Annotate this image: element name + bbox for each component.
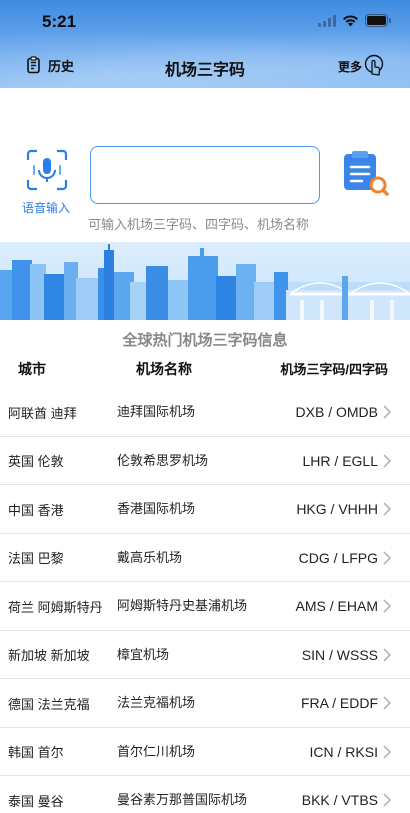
microphone-icon xyxy=(26,149,68,191)
chevron-right-icon xyxy=(383,405,392,419)
chevron-right-icon xyxy=(383,793,392,807)
row-code: AMS / EHAM xyxy=(295,598,378,614)
hand-tap-icon xyxy=(364,54,384,76)
more-label: 更多 xyxy=(337,59,362,74)
header: 5:21 历史 机场三字码 更多 xyxy=(0,0,410,88)
row-code: LHR / EGLL xyxy=(302,452,378,469)
row-airport-name: 首尔仁川机场 xyxy=(117,743,196,759)
table-row[interactable]: 阿联酋 迪拜 迪拜国际机场 DXB / OMDB xyxy=(0,388,410,437)
chevron-right-icon xyxy=(383,744,392,759)
row-code: DXB / OMDB xyxy=(295,404,378,420)
table-row[interactable]: 韩国 首尔 首尔仁川机场 ICN / RKSI xyxy=(0,728,410,776)
row-code: FRA / EDDF xyxy=(300,695,378,711)
status-time: 5:21 xyxy=(42,12,77,31)
search-input[interactable] xyxy=(90,146,320,204)
skyline-illustration xyxy=(0,244,410,320)
row-city: 荷兰 阿姆斯特丹 xyxy=(8,599,103,615)
row-code: SIN / WSSS xyxy=(301,646,378,663)
row-code: HKG / VHHH xyxy=(296,501,378,517)
row-airport-name: 戴高乐机场 xyxy=(117,549,183,565)
row-city: 新加坡 新加坡 xyxy=(8,648,90,663)
row-city: 英国 伦敦 xyxy=(8,454,64,469)
table-row[interactable]: 荷兰 阿姆斯特丹 阿姆斯特丹史基浦机场 AMS / EHAM xyxy=(0,582,410,631)
table-row[interactable]: 新加坡 新加坡 樟宜机场 SIN / WSSS xyxy=(0,631,410,679)
table-row[interactable]: 德国 法兰克福 法兰克福机场 FRA / EDDF xyxy=(0,679,410,728)
row-airport-name: 曼谷素万那普国际机场 xyxy=(117,792,248,807)
wifi-icon xyxy=(343,15,358,27)
header-city: 城市 xyxy=(18,361,46,377)
row-city: 泰国 曼谷 xyxy=(8,793,64,809)
search-hint: 可输入机场三字码、四字码、机场名称 xyxy=(88,217,310,232)
row-city: 中国 香港 xyxy=(8,502,64,518)
voice-input-button[interactable]: 语音输入 xyxy=(22,148,72,216)
row-airport-name: 阿姆斯特丹史基浦机场 xyxy=(117,598,248,613)
row-airport-name: 伦敦希思罗机场 xyxy=(117,452,209,468)
table-row[interactable]: 泰国 曼谷 曼谷素万那普国际机场 BKK / VTBS xyxy=(0,776,410,813)
header-airport-name: 机场名称 xyxy=(136,361,192,377)
chevron-right-icon xyxy=(383,502,392,516)
chevron-right-icon xyxy=(383,647,392,662)
skyline-banner xyxy=(0,242,410,320)
table-row[interactable]: 法国 巴黎 戴高乐机场 CDG / LFPG xyxy=(0,534,410,582)
nav-bar: 历史 机场三字码 更多 xyxy=(0,50,410,84)
chevron-right-icon xyxy=(383,550,392,565)
status-icons xyxy=(318,14,392,27)
row-airport-name: 法兰克福机场 xyxy=(117,695,196,710)
row-city: 法国 巴黎 xyxy=(8,551,64,566)
row-city: 阿联酋 迪拜 xyxy=(8,405,77,421)
row-city: 德国 法兰克福 xyxy=(8,696,90,712)
chevron-right-icon xyxy=(383,599,392,613)
row-airport-name: 樟宜机场 xyxy=(117,646,170,662)
section-title: 全球热门机场三字码信息 xyxy=(122,332,288,349)
clipboard-search-button[interactable] xyxy=(340,150,390,201)
row-airport-name: 香港国际机场 xyxy=(117,501,196,516)
voice-input-label: 语音输入 xyxy=(21,201,70,215)
row-code: BKK / VTBS xyxy=(301,792,378,808)
signal-icon xyxy=(318,14,336,27)
table-row[interactable]: 中国 香港 香港国际机场 HKG / VHHH xyxy=(0,485,410,534)
row-code: CDG / LFPG xyxy=(298,549,378,566)
table-row[interactable]: 英国 伦敦 伦敦希思罗机场 LHR / EGLL xyxy=(0,437,410,485)
more-button[interactable]: 更多 xyxy=(338,54,386,78)
header-code: 机场三字码/四字码 xyxy=(280,362,388,377)
chevron-right-icon xyxy=(383,453,392,468)
clipboard-search-icon xyxy=(344,151,389,196)
row-code: ICN / RKSI xyxy=(309,743,378,760)
row-airport-name: 迪拜国际机场 xyxy=(117,404,196,419)
chevron-right-icon xyxy=(383,696,392,710)
airport-list: 阿联酋 迪拜 迪拜国际机场 DXB / OMDB 英国 伦敦 伦敦希思罗机场 L… xyxy=(0,388,410,813)
row-city: 韩国 首尔 xyxy=(8,745,64,760)
battery-icon xyxy=(365,14,391,27)
